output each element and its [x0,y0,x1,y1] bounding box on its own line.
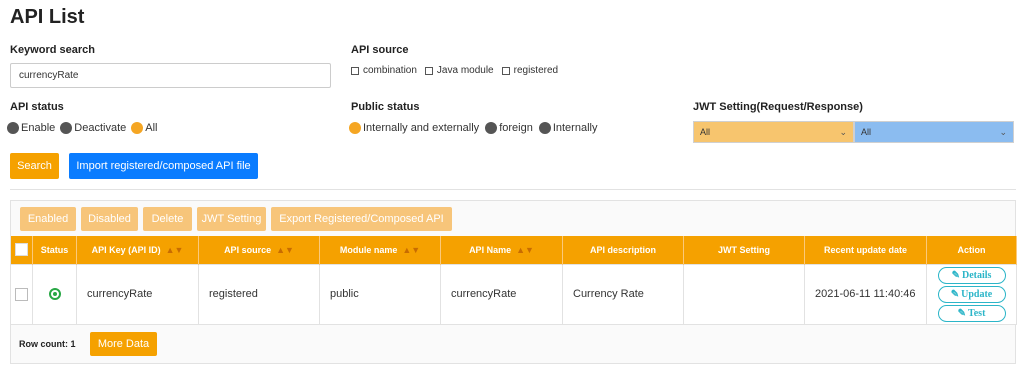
update-label: Update [961,288,993,300]
delete-button[interactable]: Delete [143,207,192,231]
keyword-search-label: Keyword search [10,44,95,56]
edit-icon: ✎ [957,307,966,319]
header-api-description: API description [562,236,684,264]
update-button[interactable]: ✎ Update [937,285,1006,303]
header-api-name[interactable]: API Name ▲▼ [440,236,563,264]
disabled-button[interactable]: Disabled [81,207,138,231]
edit-icon: ✎ [951,269,960,281]
details-label: Details [961,269,992,281]
divider [10,189,1016,190]
source-option-label: registered [513,65,559,76]
public-option-label: Internally and externally [363,122,480,134]
sort-icon[interactable]: ▲▼ [166,245,184,255]
status-enabled-icon [48,288,61,301]
header-api-key[interactable]: API Key (API ID) ▲▼ [76,236,199,264]
radio-selected-icon[interactable] [349,122,361,134]
row-count: Row count: 1 [19,339,76,349]
public-option-label: foreign [499,122,533,134]
header-api-source[interactable]: API source ▲▼ [198,236,320,264]
status-option-deactivate[interactable]: Deactivate [60,122,126,134]
page-title: API List [10,6,85,28]
source-option-label: Java module [436,65,494,76]
action-cell: ✎ Details ✎ Update ✎ Test [926,263,1017,325]
status-option-all[interactable]: All [131,122,157,134]
checkbox-icon[interactable] [424,66,433,75]
source-option-label: combination [363,65,417,76]
radio-icon[interactable] [7,122,19,134]
chevron-down-icon: ⌄ [999,126,1007,137]
source-option-combination[interactable]: combination [351,65,417,76]
public-status-label: Public status [351,101,420,113]
api-name-cell: currencyRate [440,263,563,325]
header-status: Status [32,236,77,264]
jwt-request-value: All [700,127,711,137]
public-option-label: Internally [552,122,598,134]
radio-icon[interactable] [538,122,551,134]
select-all-checkbox[interactable] [14,243,28,257]
header-label: Module name [339,244,398,255]
status-option-label: All [145,122,158,134]
public-status-options: Internally and externally foreign Intern… [349,122,599,134]
enabled-button[interactable]: Enabled [20,207,76,231]
api-key-cell: currencyRate [76,263,199,325]
jwt-setting-label: JWT Setting(Request/Response) [693,101,863,113]
jwt-request-select[interactable]: All ⌄ [693,121,854,143]
export-api-button[interactable]: Export Registered/Composed API [271,207,452,231]
api-status-options: Enable Deactivate All [7,122,159,134]
api-source-options: combination Java module registered [351,65,566,76]
header-jwt-setting: JWT Setting [683,236,805,264]
radio-icon[interactable] [60,122,73,134]
header-action: Action [926,236,1017,264]
api-source-label: API source [351,44,409,56]
module-name-cell: public [319,263,441,325]
header-recent-update-date: Recent update date [804,236,927,264]
edit-icon: ✎ [950,288,960,300]
jwt-setting-button[interactable]: JWT Setting [197,207,266,231]
radio-selected-icon[interactable] [131,122,144,134]
api-source-cell: registered [198,263,320,325]
status-cell [32,263,77,325]
test-button[interactable]: ✎ Test [937,304,1006,322]
more-data-button[interactable]: More Data [90,332,157,356]
jwt-setting-cell [683,263,805,325]
header-label: API Key (API ID) [91,244,161,255]
sort-icon[interactable]: ▲▼ [276,245,294,255]
test-label: Test [967,307,986,319]
row-checkbox[interactable] [15,287,28,301]
source-option-registered[interactable]: registered [501,65,559,76]
public-option-internally[interactable]: Internally [538,122,598,134]
checkbox-icon[interactable] [351,66,359,75]
status-option-label: Deactivate [74,122,127,134]
keyword-search-input[interactable] [10,63,331,88]
public-option-foreign[interactable]: foreign [485,122,533,134]
search-button[interactable]: Search [10,153,59,179]
table-header-row: Status API Key (API ID) ▲▼ API source ▲▼ M… [10,236,1017,264]
header-label: API Name [469,244,512,255]
status-option-label: Enable [21,122,56,134]
chevron-down-icon: ⌄ [839,126,847,137]
source-option-java-module[interactable]: Java module [424,65,494,76]
row-select-cell [10,263,33,325]
api-table: Status API Key (API ID) ▲▼ API source ▲▼ M… [10,236,1017,325]
sort-icon[interactable]: ▲▼ [402,245,420,255]
header-label: API source [224,244,272,255]
details-button[interactable]: ✎ Details [937,266,1006,284]
import-api-file-button[interactable]: Import registered/composed API file [69,153,258,179]
radio-icon[interactable] [485,122,498,134]
checkbox-icon[interactable] [501,66,510,75]
header-module-name[interactable]: Module name ▲▼ [319,236,441,264]
api-status-label: API status [10,101,64,113]
jwt-response-select[interactable]: All ⌄ [854,121,1014,143]
api-description-cell: Currency Rate [562,263,684,325]
sort-icon[interactable]: ▲▼ [516,245,534,255]
table-row: currencyRate registered public currencyR… [10,263,1017,325]
public-option-internally-and-externally[interactable]: Internally and externally [349,122,479,134]
status-option-enable[interactable]: Enable [7,122,55,134]
jwt-response-value: All [861,127,872,137]
select-all-header [10,236,33,264]
updated-date-cell: 2021-06-11 11:40:46 [804,263,927,325]
